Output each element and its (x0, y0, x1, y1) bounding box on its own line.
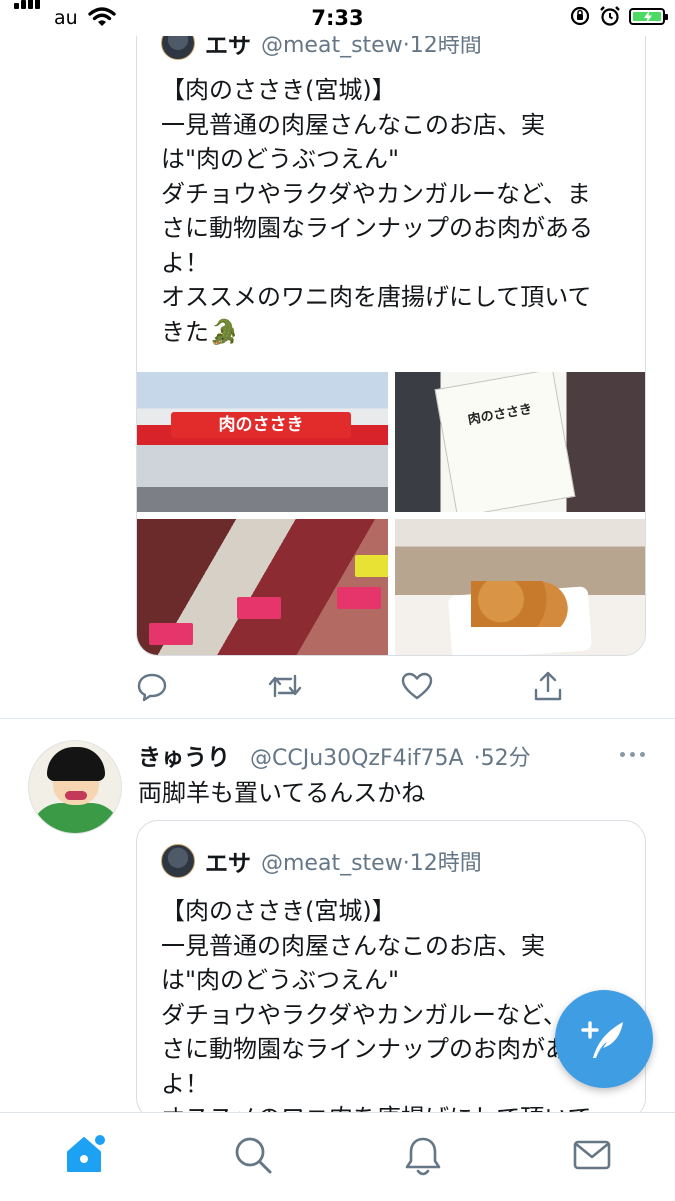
menu-card: 肉のささき (434, 372, 576, 512)
more-options-icon[interactable] (620, 752, 645, 757)
orientation-lock-icon (570, 6, 590, 26)
shop-sign: 肉のささき (171, 412, 351, 438)
photo-fried-crocodile[interactable] (395, 519, 645, 655)
like-icon[interactable] (401, 670, 433, 702)
photo-menu-card[interactable]: 肉のささき (395, 372, 645, 512)
share-icon[interactable] (532, 670, 564, 702)
tweet-author[interactable]: きゅうり @CCJu30QzF4if75A ·52分 (138, 738, 531, 772)
retweet-icon[interactable] (267, 670, 303, 702)
alarm-icon (600, 6, 620, 26)
tweet-text: 両脚羊も置いてるんスかね (138, 779, 426, 807)
quoted-tweet-card[interactable]: エサ @meat_stew·12時間 【肉のささき(宮城)】 一見普通の肉屋さん… (136, 0, 646, 656)
photo-shop-front[interactable]: 肉のささき (137, 372, 388, 512)
compose-tweet-icon (581, 1021, 623, 1058)
quoted-tweet-header: エサ @meat_stew·12時間 (161, 844, 482, 878)
quoted-tweet-text: 【肉のささき(宮城)】 一見普通の肉屋さんなこのお店、実 は"肉のどうぶつえん"… (161, 76, 593, 346)
messages-icon[interactable] (572, 1135, 612, 1175)
quoted-avatar[interactable] (161, 844, 195, 878)
bottom-tab-bar (0, 1112, 675, 1201)
tweet-actions (136, 670, 646, 706)
user-name[interactable]: きゅうり (138, 745, 230, 771)
photo-meat-packages[interactable] (137, 519, 388, 655)
compose-tweet-button[interactable] (555, 990, 653, 1088)
photo-grid: 肉のささき 肉のささき (137, 372, 645, 655)
quoted-user-name[interactable]: エサ (205, 844, 251, 878)
quoted-user-handle[interactable]: @meat_stew·12時間 (261, 845, 482, 877)
tweet-divider (0, 718, 675, 719)
home-icon[interactable] (64, 1133, 108, 1175)
notifications-icon[interactable] (403, 1135, 443, 1177)
user-handle[interactable]: @CCJu30QzF4if75A ·52分 (240, 746, 531, 771)
status-bar: au 7:33 (0, 0, 675, 36)
user-avatar[interactable] (28, 740, 122, 834)
reply-icon[interactable] (136, 670, 168, 702)
battery-icon (629, 7, 668, 25)
quoted-tweet-card[interactable]: エサ @meat_stew·12時間 【肉のささき(宮城)】 一見普通の肉屋さん… (136, 820, 646, 1120)
quoted-tweet-text: 【肉のささき(宮城)】 一見普通の肉屋さんなこのお店、実 は"肉のどうぶつえん"… (161, 897, 593, 1119)
search-icon[interactable] (233, 1135, 273, 1175)
